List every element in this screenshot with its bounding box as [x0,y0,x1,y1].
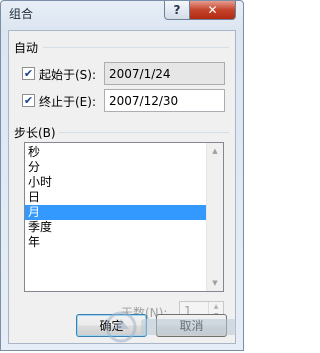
start-date-input[interactable] [104,62,225,85]
step-listbox[interactable]: 秒 分 小时 日 月 季度 年 ▲ ▼ [24,142,224,292]
group-dialog: 组合 ? ✕ 自动 ✔ 起始于(S): ✔ 终止于(E): 步长(B) 秒 分 [0,0,244,351]
list-item-selected[interactable]: 月 [25,205,207,220]
title-bar[interactable]: 组合 ? ✕ [1,1,243,27]
check-icon: ✔ [23,94,34,107]
spin-up-icon[interactable]: ▲ [209,302,223,311]
list-item[interactable]: 季度 [25,220,207,235]
step-group-divider [59,132,229,133]
scroll-down-arrow-icon[interactable]: ▼ [207,275,223,291]
start-checkbox[interactable]: ✔ [22,67,35,80]
check-icon: ✔ [23,67,34,80]
cancel-button[interactable]: 取消 [156,314,227,337]
list-item[interactable]: 秒 [25,145,207,160]
list-item[interactable]: 分 [25,160,207,175]
dialog-title: 组合 [9,7,34,21]
ok-button[interactable]: 确定 [76,314,147,337]
help-icon: ? [173,3,181,17]
end-label: 终止于(E): [39,95,96,109]
list-item[interactable]: 小时 [25,175,207,190]
auto-group-divider [43,47,229,48]
end-checkbox[interactable]: ✔ [22,94,35,107]
end-date-input[interactable] [104,89,225,112]
dialog-body: 自动 ✔ 起始于(S): ✔ 终止于(E): 步长(B) 秒 分 小时 日 月 … [8,30,236,344]
close-button[interactable]: ✕ [189,1,236,20]
auto-group-label: 自动 [14,41,39,55]
help-button[interactable]: ? [164,1,190,20]
step-label: 步长(B) [14,126,56,140]
list-item[interactable]: 年 [25,235,207,250]
list-item[interactable]: 日 [25,190,207,205]
scroll-up-arrow-icon[interactable]: ▲ [207,143,223,159]
start-label: 起始于(S): [39,68,97,82]
list-scrollbar[interactable]: ▲ ▼ [206,143,223,291]
close-icon: ✕ [207,3,218,17]
step-list: 秒 分 小时 日 月 季度 年 [25,145,207,250]
